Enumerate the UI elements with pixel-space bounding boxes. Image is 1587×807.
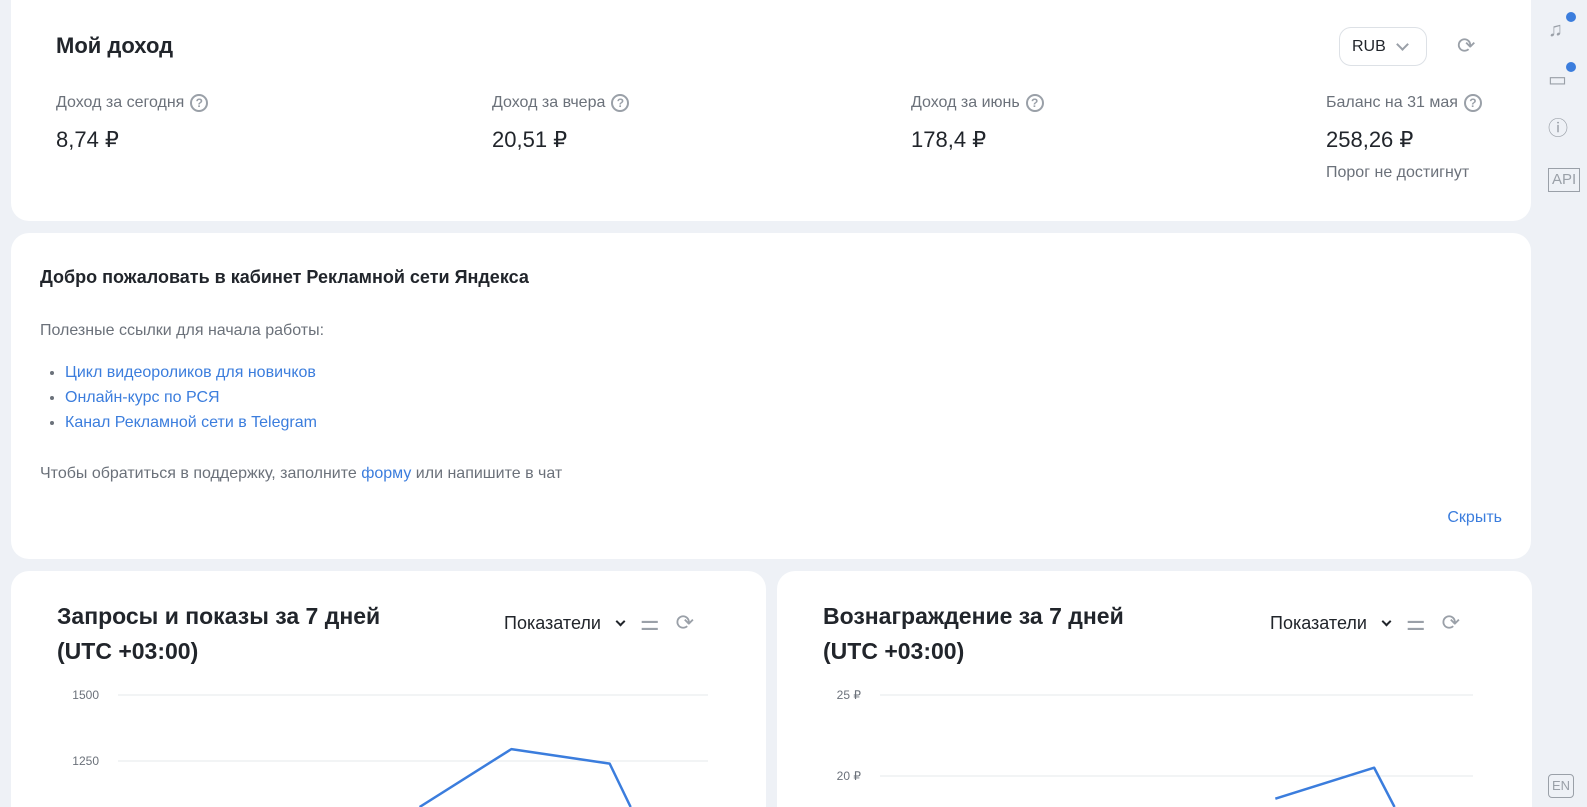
api-icon[interactable]: API <box>1548 168 1581 192</box>
reward-chart-card: Вознаграждение за 7 дней (UTC +03:00) Пок… <box>777 571 1532 807</box>
y-tick-label: 25 ₽ <box>837 688 862 702</box>
notification-badge <box>1566 12 1576 22</box>
series-line <box>1274 766 1396 807</box>
stat-value: 258,26 ₽ <box>1326 127 1414 152</box>
stat-value: 178,4 ₽ <box>911 127 987 152</box>
stat-month: Доход за июнь? 178,4 ₽ <box>911 93 1044 153</box>
stat-value: 8,74 ₽ <box>56 127 119 152</box>
hide-button[interactable]: Скрыть <box>1447 509 1502 527</box>
bell-icon[interactable]: ♫ <box>1548 18 1563 42</box>
support-before: Чтобы обратиться в поддержку, заполните <box>40 465 362 482</box>
income-card: Мой доход RUB ⟳ Доход за сегодня? 8,74 ₽… <box>11 0 1531 221</box>
stat-label: Баланс на 31 мая <box>1326 94 1458 111</box>
link-videos[interactable]: Цикл видеороликов для новичков <box>65 364 316 381</box>
currency-select[interactable]: RUB <box>1339 27 1427 66</box>
chart-plot: 1500 1250 <box>72 688 708 807</box>
y-tick-label: 1500 <box>72 688 99 702</box>
support-after: или напишите в чат <box>411 465 563 482</box>
links-list: Цикл видеороликов для новичков Онлайн-ку… <box>65 360 317 435</box>
stat-label: Доход за июнь <box>911 94 1020 111</box>
help-icon[interactable]: ? <box>1025 94 1044 112</box>
help-icon[interactable]: ? <box>1463 94 1482 112</box>
series-line <box>418 747 632 807</box>
currency-value: RUB <box>1352 37 1386 55</box>
link-course[interactable]: Онлайн-курс по РСЯ <box>65 389 220 406</box>
support-text: Чтобы обратиться в поддержку, заполните … <box>40 465 562 483</box>
y-tick-label: 1250 <box>72 754 99 768</box>
refresh-icon[interactable]: ⟳ <box>1457 34 1475 58</box>
stat-label: Доход за вчера <box>492 94 606 111</box>
welcome-card: Добро пожаловать в кабинет Рекламной сет… <box>11 233 1531 559</box>
chat-badge <box>1566 62 1576 72</box>
stat-yesterday: Доход за вчера? 20,51 ₽ <box>492 93 630 153</box>
language-switch[interactable]: EN <box>1548 774 1575 798</box>
chart-plot: 25 ₽ 20 ₽ <box>837 688 1473 807</box>
welcome-intro: Полезные ссылки для начала работы: <box>40 322 325 339</box>
income-title: Мой доход <box>56 33 174 58</box>
help-icon[interactable]: ⓘ <box>1548 117 1568 141</box>
y-tick-label: 20 ₽ <box>837 769 862 783</box>
chevron-down-icon <box>1395 37 1409 51</box>
stat-balance: Баланс на 31 мая? 258,26 ₽ Порог не дост… <box>1326 93 1482 183</box>
stat-value: 20,51 ₽ <box>492 127 568 152</box>
help-icon[interactable]: ? <box>190 94 209 112</box>
chat-icon[interactable]: ▭ <box>1548 68 1567 92</box>
welcome-title: Добро пожаловать в кабинет Рекламной сет… <box>40 267 529 287</box>
stat-label: Доход за сегодня <box>56 94 185 111</box>
stat-today: Доход за сегодня? 8,74 ₽ <box>56 93 209 153</box>
stat-sub: Порог не достигнут <box>1326 164 1470 181</box>
requests-chart-card: Запросы и показы за 7 дней (UTC +03:00) П… <box>11 571 766 807</box>
support-form-link[interactable]: форму <box>361 465 411 482</box>
link-telegram[interactable]: Канал Рекламной сети в Telegram <box>65 414 317 431</box>
help-icon[interactable]: ? <box>611 94 630 112</box>
